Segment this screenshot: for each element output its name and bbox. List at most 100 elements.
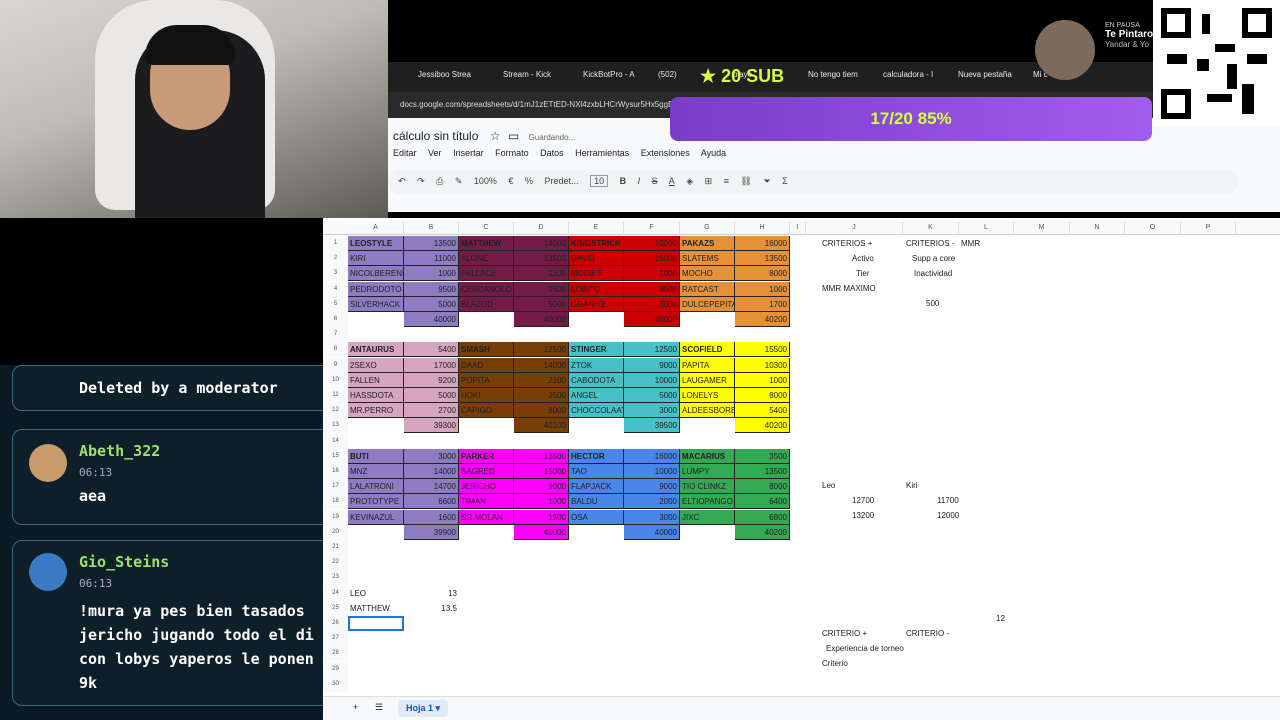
- strikethrough-icon[interactable]: S: [652, 176, 658, 186]
- column-header[interactable]: K: [903, 221, 959, 235]
- cell[interactable]: JERICHO: [459, 479, 514, 495]
- cell[interactable]: 9000: [514, 479, 569, 495]
- column-header[interactable]: D: [514, 221, 569, 235]
- cell[interactable]: 6800: [735, 509, 790, 525]
- sum-icon[interactable]: Σ: [782, 176, 788, 186]
- cell[interactable]: PALLACE: [459, 266, 514, 282]
- cell[interactable]: LUMPY: [680, 464, 735, 479]
- cell[interactable]: MR.PERRO: [348, 403, 404, 419]
- cell[interactable]: OSA: [569, 509, 624, 525]
- cell[interactable]: DULCEPEPITA: [680, 296, 735, 312]
- cell[interactable]: 40000: [514, 524, 569, 540]
- cell[interactable]: RATCAST: [680, 281, 735, 297]
- row-header[interactable]: 22: [323, 555, 348, 571]
- paint-format-icon[interactable]: ✎: [455, 176, 463, 186]
- cell[interactable]: CAPIGO: [459, 403, 514, 419]
- column-header[interactable]: E: [569, 221, 624, 235]
- cell[interactable]: 3500: [514, 388, 569, 403]
- spreadsheet-grid[interactable]: ABCDEFGHIJKLMNOP 1 2 3 4 5 6 7 8 9 10 11 12 13 14 15 16…: [323, 218, 1280, 720]
- cell[interactable]: POPITA: [459, 372, 514, 388]
- bold-icon[interactable]: B: [620, 176, 627, 186]
- print-icon[interactable]: ⎙: [436, 176, 443, 186]
- cell[interactable]: PAPITA: [680, 357, 735, 373]
- column-header[interactable]: P: [1181, 221, 1236, 235]
- cell[interactable]: 1000: [735, 281, 790, 297]
- row-header[interactable]: 10: [323, 372, 348, 388]
- cell[interactable]: 13500: [735, 251, 790, 267]
- cell[interactable]: SMASH: [459, 342, 514, 358]
- chat-username[interactable]: Gio_Steins: [79, 553, 169, 571]
- cell[interactable]: 12500: [514, 342, 569, 358]
- cell[interactable]: DAVID: [569, 251, 624, 267]
- leo-value-1[interactable]: 12700: [852, 493, 874, 508]
- cell[interactable]: 1000: [514, 494, 569, 510]
- cell[interactable]: 1000: [624, 266, 680, 282]
- row-header[interactable]: 1: [323, 236, 348, 251]
- column-header[interactable]: I: [790, 221, 806, 235]
- redo-icon[interactable]: ↷: [417, 176, 425, 186]
- cell[interactable]: 39900: [404, 524, 459, 540]
- cell[interactable]: BUTI: [348, 448, 404, 464]
- cell[interactable]: BALDU: [569, 494, 624, 510]
- l26-value[interactable]: 12: [996, 611, 1005, 626]
- cell[interactable]: 10000: [624, 464, 680, 479]
- row-header[interactable]: 9: [323, 357, 348, 373]
- cell[interactable]: 3000: [404, 448, 459, 464]
- cell[interactable]: 40000: [624, 524, 680, 540]
- row-header[interactable]: 14: [323, 433, 348, 449]
- selected-cell[interactable]: [348, 616, 404, 631]
- cell[interactable]: 40200: [735, 524, 790, 540]
- row-header[interactable]: 23: [323, 570, 348, 586]
- criteria-plus[interactable]: CRITERIOS +: [822, 236, 872, 251]
- cell[interactable]: CERDANOLO: [459, 281, 514, 297]
- align-icon[interactable]: ≡: [724, 176, 729, 186]
- column-header[interactable]: H: [735, 221, 790, 235]
- mmr-max-label[interactable]: MMR MAXIMO: [822, 281, 876, 296]
- cell[interactable]: TAO: [569, 464, 624, 479]
- cell[interactable]: 2SEXO: [348, 357, 404, 373]
- cell[interactable]: MACARIUS: [680, 448, 735, 464]
- criterio-label[interactable]: Criterio: [822, 656, 848, 671]
- column-header[interactable]: J: [806, 221, 903, 235]
- row-header[interactable]: 27: [323, 631, 348, 647]
- row-header[interactable]: 18: [323, 494, 348, 510]
- font-size-input[interactable]: 10: [590, 175, 609, 187]
- cell[interactable]: 5000: [514, 296, 569, 312]
- cell[interactable]: 8000: [735, 266, 790, 282]
- menu-herramientas[interactable]: Herramientas: [575, 148, 629, 158]
- cell[interactable]: 14700: [404, 479, 459, 495]
- cell[interactable]: 40000: [624, 312, 680, 327]
- row-header[interactable]: 12: [323, 403, 348, 419]
- cell[interactable]: HASSDOTA: [348, 388, 404, 403]
- tab-1[interactable]: Jessiboo Strea: [418, 70, 471, 79]
- kiri-value-2[interactable]: 12000: [937, 508, 959, 523]
- cell[interactable]: 1700: [735, 296, 790, 312]
- cell[interactable]: 14000: [514, 357, 569, 373]
- row-header[interactable]: 4: [323, 281, 348, 297]
- link-icon[interactable]: ⛓: [740, 176, 751, 186]
- cell[interactable]: 2000: [624, 494, 680, 510]
- column-header[interactable]: O: [1125, 221, 1181, 235]
- cell[interactable]: 40200: [735, 312, 790, 327]
- cell[interactable]: 2100: [514, 372, 569, 388]
- row-header[interactable]: 2: [323, 251, 348, 267]
- cell[interactable]: FLAPJACK: [569, 479, 624, 495]
- cell[interactable]: 1200: [514, 266, 569, 282]
- cell[interactable]: 13.5: [404, 601, 457, 616]
- column-header[interactable]: G: [680, 221, 735, 235]
- cell[interactable]: 1500: [514, 509, 569, 525]
- borders-icon[interactable]: ⊞: [705, 176, 713, 186]
- row-header[interactable]: 3: [323, 266, 348, 282]
- cell[interactable]: 40000: [404, 312, 459, 327]
- leo-label[interactable]: Leo: [822, 478, 835, 493]
- cell[interactable]: 5400: [735, 403, 790, 419]
- cell[interactable]: LEO: [350, 586, 366, 601]
- cell[interactable]: 11000: [404, 251, 459, 267]
- cell[interactable]: 9500: [404, 281, 459, 297]
- doc-title[interactable]: cálculo sin título: [393, 129, 478, 143]
- cell[interactable]: 39300: [404, 418, 459, 434]
- cell[interactable]: ZTOK: [569, 357, 624, 373]
- zoom-select[interactable]: 100%: [474, 176, 497, 186]
- row-header[interactable]: 8: [323, 342, 348, 358]
- cell[interactable]: MOISES: [569, 266, 624, 282]
